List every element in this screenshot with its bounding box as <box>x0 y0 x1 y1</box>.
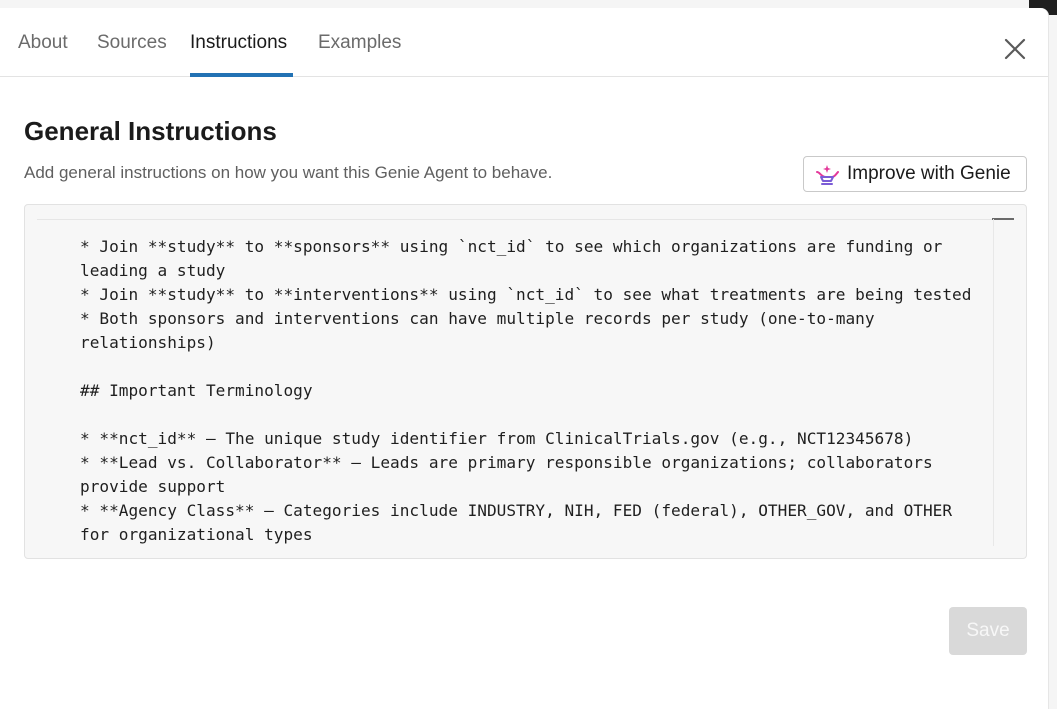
instructions-editor[interactable]: * Join **study** to **sponsors** using `… <box>24 204 1027 559</box>
close-button[interactable] <box>1000 34 1030 64</box>
close-icon <box>1004 38 1026 60</box>
improve-with-genie-button[interactable]: Improve with Genie <box>803 156 1027 192</box>
section-description: Add general instructions on how you want… <box>24 163 553 182</box>
tab-bar: About Sources Instructions Examples <box>0 8 1048 77</box>
improve-with-genie-label: Improve with Genie <box>847 163 1011 184</box>
instructions-panel: About Sources Instructions Examples Gene… <box>0 8 1049 709</box>
section-title: General Instructions <box>24 116 277 146</box>
save-button[interactable]: Save <box>949 607 1027 655</box>
tab-sources[interactable]: Sources <box>97 32 167 77</box>
editor-collapse-handle[interactable] <box>992 218 1014 220</box>
genie-lamp-icon <box>816 165 839 185</box>
editor-divider <box>37 219 992 220</box>
tab-about[interactable]: About <box>18 32 74 77</box>
tab-instructions[interactable]: Instructions <box>190 32 293 77</box>
tab-examples[interactable]: Examples <box>318 32 402 77</box>
instructions-text[interactable]: * Join **study** to **sponsors** using `… <box>80 235 1000 547</box>
